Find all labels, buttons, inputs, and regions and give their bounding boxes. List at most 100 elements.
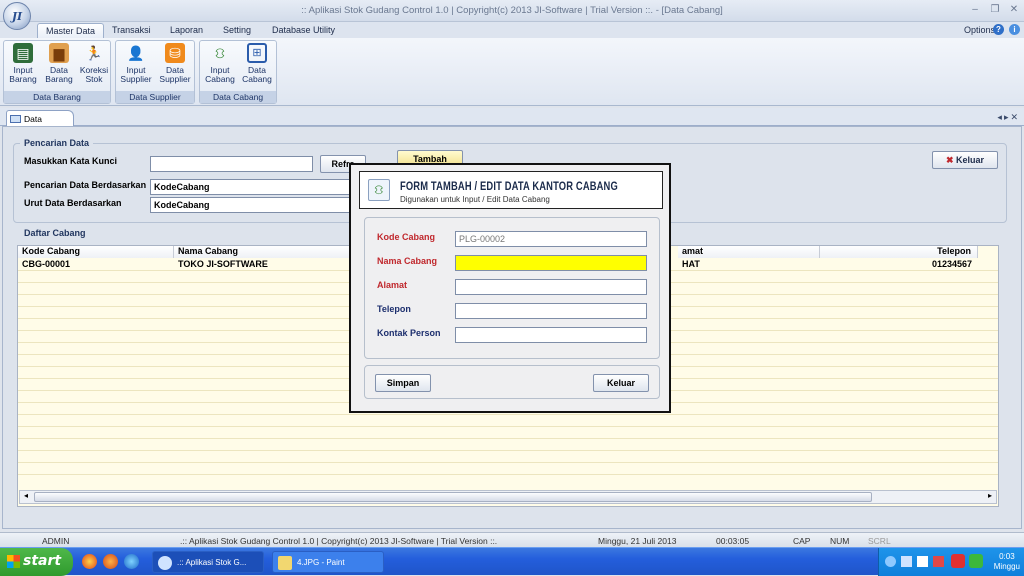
help-icon[interactable]: ? <box>993 24 1004 35</box>
form-dialog: ⛻ FORM TAMBAH / EDIT DATA KANTOR CABANG … <box>349 163 671 413</box>
alamat-label: Alamat <box>377 280 408 290</box>
worker-icon: 🏃 <box>85 45 103 61</box>
input-barang-icon: ▤ <box>13 43 33 63</box>
chrome-icon[interactable] <box>82 554 97 569</box>
keluar-main-button[interactable]: ✖ Keluar <box>932 151 998 169</box>
kode-cabang-label: Kode Cabang <box>377 232 436 242</box>
data-supplier-button[interactable]: ⛁ Data Supplier <box>157 43 193 84</box>
input-barang-button[interactable]: ▤ Input Barang <box>5 43 41 84</box>
paint-icon <box>278 556 292 570</box>
keyword-input[interactable] <box>150 156 313 172</box>
antivirus-icon[interactable] <box>951 554 965 568</box>
sort-by-select[interactable]: KodeCabang <box>150 197 360 213</box>
options-label: Options <box>963 25 995 35</box>
column-header-kode[interactable]: Kode Cabang <box>18 246 174 258</box>
nama-cabang-input[interactable] <box>455 255 647 271</box>
info-icon[interactable]: i <box>1009 24 1020 35</box>
koreksi-stok-button[interactable]: 🏃 Koreksi Stok <box>76 43 112 84</box>
input-supplier-button[interactable]: 👤 Input Supplier <box>118 43 154 84</box>
status-cap: CAP <box>793 536 811 546</box>
tab-setting[interactable]: Setting <box>215 23 259 38</box>
app-orb-button[interactable]: JI <box>3 2 31 30</box>
restore-icon[interactable]: ❐ <box>988 3 1002 17</box>
tab-database-utility[interactable]: Database Utility <box>264 23 343 38</box>
security-icon[interactable] <box>933 556 944 567</box>
cell-alamat[interactable]: HAT <box>678 259 700 270</box>
keyword-label: Masukkan Kata Kunci <box>24 156 118 166</box>
window-title: :: Aplikasi Stok Gudang Control 1.0 | Co… <box>301 5 723 16</box>
data-barang-button[interactable]: ▆ Data Barang <box>41 43 77 84</box>
tab-controls[interactable]: ◂▸✕ <box>997 112 1020 123</box>
tab-transaksi[interactable]: Transaksi <box>104 23 159 38</box>
tab-laporan[interactable]: Laporan <box>162 23 211 38</box>
column-header-telepon[interactable]: Telepon <box>820 246 978 258</box>
alamat-input[interactable] <box>455 279 647 295</box>
status-bar: ADMIN .:: Aplikasi Stok Gudang Control 1… <box>0 532 1024 547</box>
dialog-title: FORM TAMBAH / EDIT DATA KANTOR CABANG <box>400 179 618 193</box>
data-cabang-label2: Cabang <box>242 74 272 84</box>
doc-tab-data-cabang[interactable]: Data Cabang <box>6 110 74 134</box>
status-user: ADMIN <box>42 536 70 546</box>
system-tray: 0:03 Minggu <box>878 548 1024 576</box>
ribbon-group-data-cabang: ⛻ Input Cabang ⊞ Data Cabang Data Cabang <box>199 40 277 104</box>
clock-day: Minggu <box>993 562 1020 571</box>
search-by-select[interactable]: KodeCabang <box>150 179 360 195</box>
close-x-icon: ✖ <box>945 155 954 165</box>
firefox-icon[interactable] <box>103 554 118 569</box>
scroll-right-icon[interactable]: ▸ <box>984 491 996 503</box>
clock[interactable]: 0:03 Minggu <box>994 552 1020 572</box>
simpan-button[interactable]: Simpan <box>375 374 431 392</box>
input-cabang-button[interactable]: ⛻ Input Cabang <box>202 43 238 84</box>
cell-telepon[interactable]: 01234567 <box>820 259 972 270</box>
ribbon-group-label: Data Supplier <box>116 91 194 103</box>
status-scrl: SCRL <box>868 536 891 546</box>
taskbar-item-app[interactable]: .:: Aplikasi Stok G... <box>152 551 264 573</box>
kontak-person-input[interactable] <box>455 327 647 343</box>
volume-icon[interactable] <box>917 556 928 567</box>
status-num: NUM <box>830 536 850 546</box>
tree-form-icon: ⛻ <box>368 179 390 201</box>
list-legend: Daftar Cabang <box>20 228 90 238</box>
ribbon: ▤ Input Barang ▆ Data Barang 🏃 Koreksi S… <box>0 38 1024 106</box>
status-app: .:: Aplikasi Stok Gudang Control 1.0 | C… <box>180 536 498 546</box>
ribbon-group-data-barang: ▤ Input Barang ▆ Data Barang 🏃 Koreksi S… <box>3 40 111 104</box>
keluar-dialog-button[interactable]: Keluar <box>593 374 649 392</box>
ribbon-group-data-supplier: 👤 Input Supplier ⛁ Data Supplier Data Su… <box>115 40 195 104</box>
dialog-form: Kode Cabang PLG-00002 Nama Cabang Alamat… <box>364 217 660 359</box>
data-cabang-button[interactable]: ⊞ Data Cabang <box>239 43 275 84</box>
ribbon-group-label: Data Cabang <box>200 91 276 103</box>
user-add-icon: 👤 <box>127 45 145 61</box>
scroll-thumb[interactable] <box>34 492 872 502</box>
status-date: Minggu, 21 Juli 2013 <box>598 536 677 546</box>
close-icon[interactable]: ✕ <box>1007 3 1021 17</box>
telepon-input[interactable] <box>455 303 647 319</box>
start-button[interactable]: start <box>0 548 73 576</box>
sort-by-label: Urut Data Berdasarkan <box>24 198 122 208</box>
tray-app-icon[interactable] <box>969 554 983 568</box>
app-task-icon <box>158 556 172 570</box>
kode-cabang-input[interactable]: PLG-00002 <box>455 231 647 247</box>
menu-bar: Master Data Transaksi Laporan Setting Da… <box>0 22 1024 38</box>
document-tab-bar: Data Cabang <box>0 108 1024 134</box>
tree-icon: ⛻ <box>214 45 226 61</box>
network-icon[interactable] <box>901 556 912 567</box>
minimize-icon[interactable]: – <box>968 3 982 17</box>
ribbon-group-label: Data Barang <box>4 91 110 103</box>
keluar-main-label: Keluar <box>956 155 985 165</box>
tray-arrow-icon[interactable] <box>885 556 896 567</box>
ie-icon[interactable] <box>124 554 139 569</box>
cell-kode[interactable]: CBG-00001 <box>18 259 70 270</box>
dialog-subtitle: Digunakan untuk Input / Edit Data Cabang <box>400 195 550 204</box>
taskbar-item-app-label: .:: Aplikasi Stok G... <box>177 558 247 567</box>
tab-master-data[interactable]: Master Data <box>37 23 105 38</box>
cell-nama[interactable]: TOKO JI-SOFTWARE <box>174 259 268 270</box>
data-barang-label2: Barang <box>45 74 73 84</box>
taskbar-item-paint[interactable]: 4.JPG - Paint <box>272 551 384 573</box>
scroll-left-icon[interactable]: ◂ <box>20 491 32 503</box>
column-header-alamat[interactable]: amat <box>678 246 820 258</box>
basket-icon: ⛁ <box>165 43 185 63</box>
horizontal-scrollbar[interactable]: ◂ ▸ <box>19 490 997 504</box>
title-bar: :: Aplikasi Stok Gudang Control 1.0 | Co… <box>0 0 1024 22</box>
start-label: start <box>23 553 62 569</box>
search-legend: Pencarian Data <box>20 138 94 148</box>
